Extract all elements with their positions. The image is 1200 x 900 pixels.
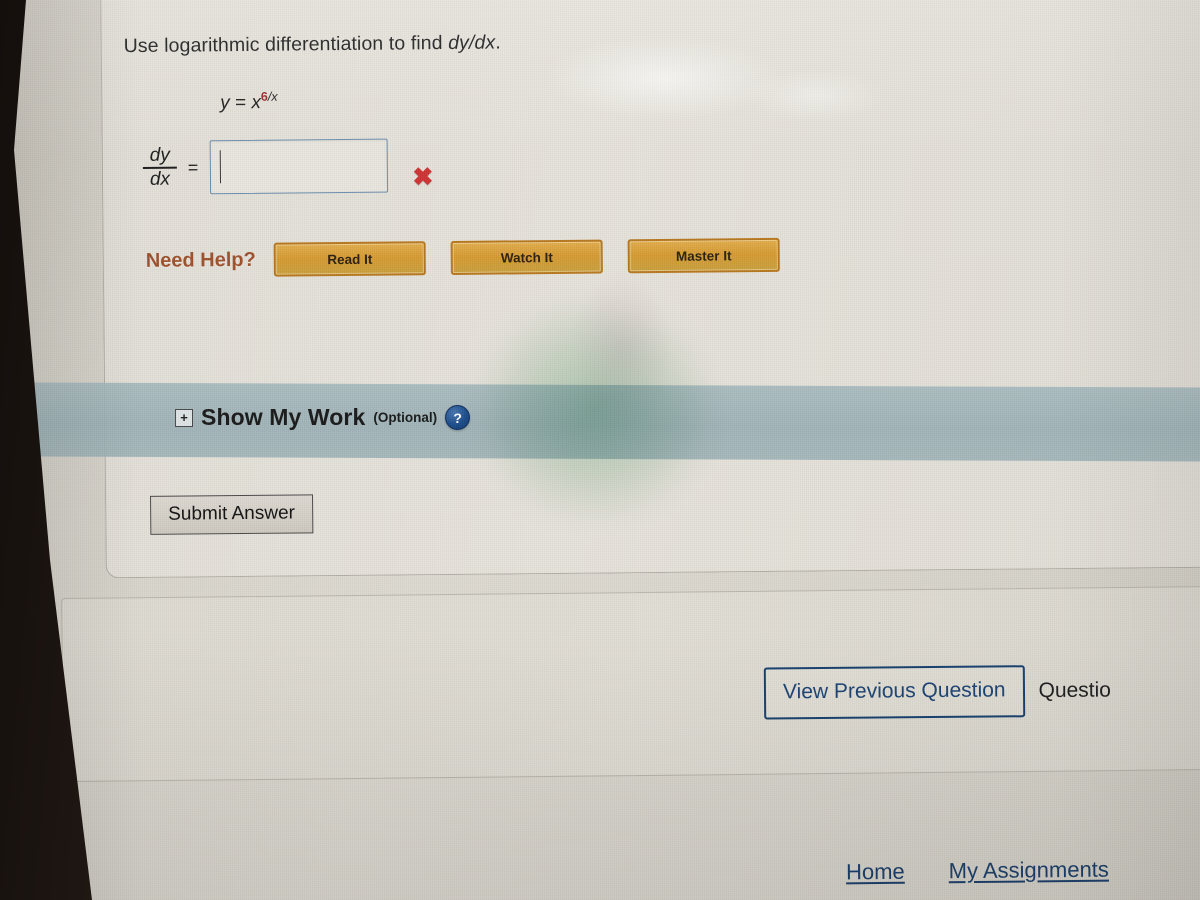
question-equation: y = x6/x (220, 90, 278, 115)
equation-equals: = (234, 92, 247, 114)
watch-it-button[interactable]: Watch It (450, 239, 603, 275)
my-assignments-link[interactable]: My Assignments (949, 857, 1109, 885)
exponent-rest: /x (267, 89, 278, 104)
monitor-photo: Use logarithmic differentiation to find … (0, 0, 1200, 900)
read-it-button[interactable]: Read It (273, 241, 426, 277)
fraction-denominator: dx (149, 168, 171, 190)
text-caret (219, 150, 222, 184)
expand-plus-icon[interactable]: + (175, 408, 193, 427)
submit-answer-button[interactable]: Submit Answer (150, 494, 314, 535)
navigation-row: View Previous Question Questio (763, 664, 1112, 720)
show-my-work-title: Show My Work (201, 404, 366, 430)
question-label-truncated: Questio (1038, 678, 1112, 703)
show-my-work-optional-label: (Optional) (373, 410, 438, 425)
home-link[interactable]: Home (846, 859, 905, 886)
view-previous-question-button[interactable]: View Previous Question (763, 665, 1025, 720)
fraction-numerator: dy (149, 144, 170, 166)
equation-exponent: 6/x (261, 90, 278, 104)
footer-links: Home My Assignments (846, 857, 1109, 886)
answer-input[interactable] (209, 138, 388, 195)
master-it-button[interactable]: Master It (627, 237, 780, 274)
prompt-text: Use logarithmic differentiation to find (123, 32, 449, 58)
question-prompt: Use logarithmic differentiation to find … (124, 32, 501, 59)
answer-row: dy dx = ✖ (142, 138, 434, 195)
answer-equals: = (187, 156, 199, 178)
prompt-expression: dy/dx (448, 31, 496, 55)
question-card: Use logarithmic differentiation to find … (100, 0, 1200, 579)
prompt-period: . (495, 31, 501, 54)
equation-lhs: y (220, 92, 230, 114)
incorrect-mark-icon: ✖ (412, 163, 434, 192)
derivative-fraction: dy dx (142, 144, 177, 190)
help-question-icon[interactable]: ? (445, 405, 471, 430)
need-help-label: Need Help? (145, 248, 256, 272)
show-my-work-row[interactable]: + Show My Work (Optional) ? (175, 404, 471, 431)
need-help-row: Need Help? Read It Watch It Master It (145, 237, 780, 278)
equation-base: x (251, 92, 262, 114)
